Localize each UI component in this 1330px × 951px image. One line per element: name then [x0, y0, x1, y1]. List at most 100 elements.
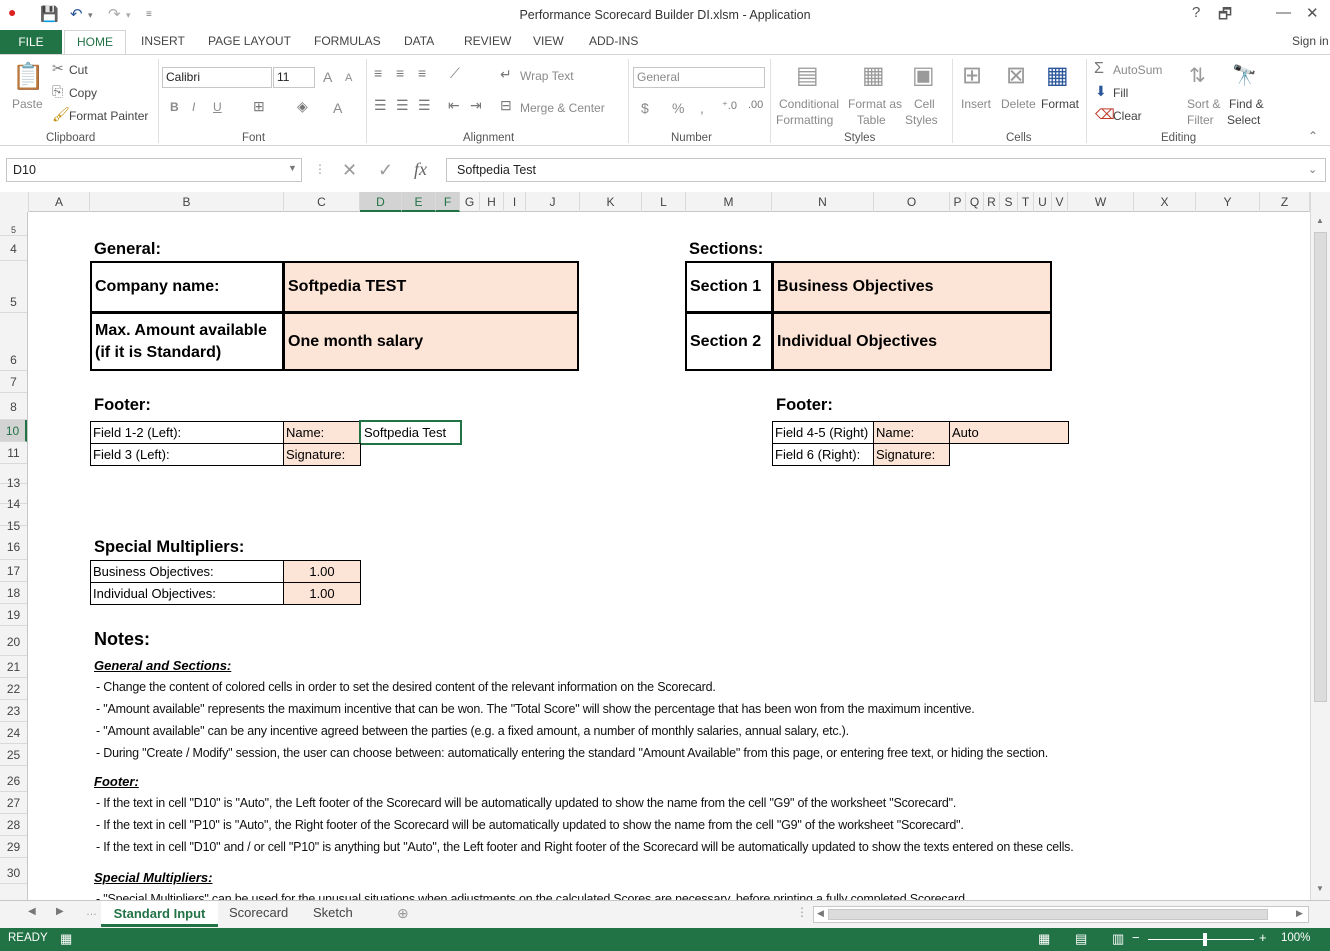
column-header[interactable]: D — [360, 192, 402, 212]
column-header[interactable]: K — [580, 192, 642, 212]
increase-indent-icon[interactable]: ⇥ — [470, 97, 482, 114]
field3-label[interactable]: Field 3 (Left): — [90, 443, 284, 466]
column-header[interactable]: M — [686, 192, 772, 212]
row-header[interactable]: 14 — [0, 484, 27, 511]
row-header[interactable]: 10 — [0, 420, 27, 442]
column-header[interactable]: L — [642, 192, 686, 212]
decrease-decimal-icon[interactable]: .00 — [748, 99, 763, 111]
increase-decimal-icon[interactable]: ⁺.0 — [722, 99, 737, 112]
shrink-font-button[interactable]: A — [345, 72, 352, 84]
column-header[interactable]: U — [1034, 192, 1052, 212]
sheet-tab-sketch[interactable]: Sketch — [313, 905, 353, 920]
name-label-right[interactable]: Name: — [873, 421, 950, 444]
section1-label[interactable]: Section 1 — [685, 261, 773, 313]
tab-data[interactable]: DATA — [404, 34, 434, 48]
format-painter-button[interactable]: Format Painter — [69, 109, 148, 123]
font-color-button[interactable]: A — [333, 100, 342, 116]
tab-review[interactable]: REVIEW — [464, 34, 511, 48]
close-button[interactable]: ✕ — [1306, 4, 1319, 22]
column-header[interactable]: T — [1018, 192, 1034, 212]
vertical-scrollbar[interactable]: ▲ ▼ — [1310, 192, 1330, 900]
mult-business-value[interactable]: 1.00 — [283, 560, 361, 583]
row-header[interactable]: 19 — [0, 604, 27, 626]
row-header[interactable]: 21 — [0, 656, 27, 678]
name-box[interactable]: D10 — [6, 158, 302, 182]
tab-formulas[interactable]: FORMULAS — [314, 34, 381, 48]
percent-button[interactable]: % — [672, 100, 684, 116]
column-header[interactable]: I — [504, 192, 526, 212]
section2-value[interactable]: Individual Objectives — [772, 312, 1052, 371]
insert-function-button[interactable]: fx — [414, 159, 427, 180]
row-header[interactable]: 22 — [0, 678, 27, 700]
borders-icon[interactable]: ⊞ — [253, 98, 265, 115]
clear-button[interactable]: Clear — [1113, 109, 1142, 123]
row-header[interactable]: 17 — [0, 560, 27, 582]
zoom-out-icon[interactable]: − — [1132, 930, 1140, 945]
scroll-up-icon[interactable]: ▲ — [1316, 216, 1324, 225]
scroll-down-icon[interactable]: ▼ — [1316, 884, 1324, 893]
fill-color-icon[interactable]: ◈ — [297, 98, 308, 115]
mult-individual-label[interactable]: Individual Objectives: — [90, 582, 284, 605]
mult-business-label[interactable]: Business Objectives: — [90, 560, 284, 583]
column-header[interactable]: H — [480, 192, 504, 212]
column-header[interactable]: V — [1052, 192, 1068, 212]
company-name-value[interactable]: Softpedia TEST — [283, 261, 579, 313]
signature-label-left[interactable]: Signature: — [283, 443, 361, 466]
font-size-box[interactable]: 11 — [273, 67, 315, 88]
scroll-left-icon[interactable]: ◀ — [817, 908, 824, 919]
row-header[interactable]: 25 — [0, 744, 27, 766]
tab-insert[interactable]: INSERT — [141, 34, 185, 48]
column-header[interactable]: O — [874, 192, 950, 212]
row-header[interactable]: 26 — [0, 766, 27, 792]
select-all-corner[interactable] — [0, 192, 29, 212]
column-header[interactable]: P — [950, 192, 966, 212]
prev-sheet-icon[interactable]: ◀ — [28, 906, 36, 917]
name-box-dropdown-icon[interactable]: ▼ — [288, 163, 297, 173]
row-header[interactable]: 16 — [0, 534, 27, 560]
row-header[interactable]: 4 — [0, 236, 27, 261]
help-button[interactable]: ? — [1192, 4, 1200, 21]
cancel-entry-icon[interactable]: ✕ — [342, 160, 357, 181]
next-sheet-icon[interactable]: ▶ — [56, 906, 64, 917]
row-header[interactable]: 24 — [0, 722, 27, 744]
column-header[interactable]: X — [1134, 192, 1196, 212]
max-amount-value[interactable]: One month salary — [283, 312, 579, 371]
cell-styles-button[interactable]: Cell — [914, 97, 935, 111]
more-sheets-icon[interactable]: … — [86, 906, 97, 918]
underline-button[interactable]: U — [213, 100, 222, 114]
grow-font-button[interactable]: A — [323, 69, 332, 85]
align-center-icon[interactable]: ☰ — [396, 97, 409, 114]
column-header[interactable]: A — [29, 192, 90, 212]
column-header[interactable]: Q — [966, 192, 984, 212]
align-left-icon[interactable]: ☰ — [374, 97, 387, 114]
format-as-table-button[interactable]: Format as — [848, 97, 902, 111]
merge-center-button[interactable]: Merge & Center — [520, 101, 605, 115]
column-header[interactable]: S — [1000, 192, 1018, 212]
section1-value[interactable]: Business Objectives — [772, 261, 1052, 313]
row-header[interactable]: 18 — [0, 582, 27, 604]
zoom-slider[interactable] — [1148, 939, 1254, 940]
page-layout-view-icon[interactable]: ▤ — [1075, 931, 1087, 947]
row-header[interactable]: 20 — [0, 626, 27, 656]
column-header[interactable]: E — [402, 192, 436, 212]
column-header[interactable]: G — [460, 192, 480, 212]
fill-button[interactable]: Fill — [1113, 86, 1128, 100]
comma-button[interactable]: , — [700, 100, 704, 116]
find-select-button[interactable]: Find & — [1229, 97, 1264, 111]
column-header[interactable]: F — [436, 192, 460, 212]
vertical-scroll-thumb[interactable] — [1314, 232, 1327, 702]
font-name-box[interactable]: Calibri — [162, 67, 272, 88]
row-header[interactable]: 29 — [0, 836, 27, 858]
sort-filter-button[interactable]: Sort & — [1187, 97, 1220, 111]
confirm-entry-icon[interactable]: ✓ — [378, 160, 393, 181]
align-right-icon[interactable]: ☰ — [418, 97, 431, 114]
tab-split-icon[interactable]: ⋮ — [796, 905, 808, 919]
row-header[interactable]: 6 — [0, 313, 27, 371]
conditional-formatting-button[interactable]: Conditional — [779, 97, 839, 111]
bold-button[interactable]: B — [170, 100, 179, 114]
row-header[interactable]: 28 — [0, 814, 27, 836]
sheet-tab-standard-input[interactable]: Standard Input — [101, 901, 218, 927]
row-header[interactable]: 27 — [0, 792, 27, 814]
column-header[interactable]: R — [984, 192, 1000, 212]
column-header[interactable]: B — [90, 192, 284, 212]
